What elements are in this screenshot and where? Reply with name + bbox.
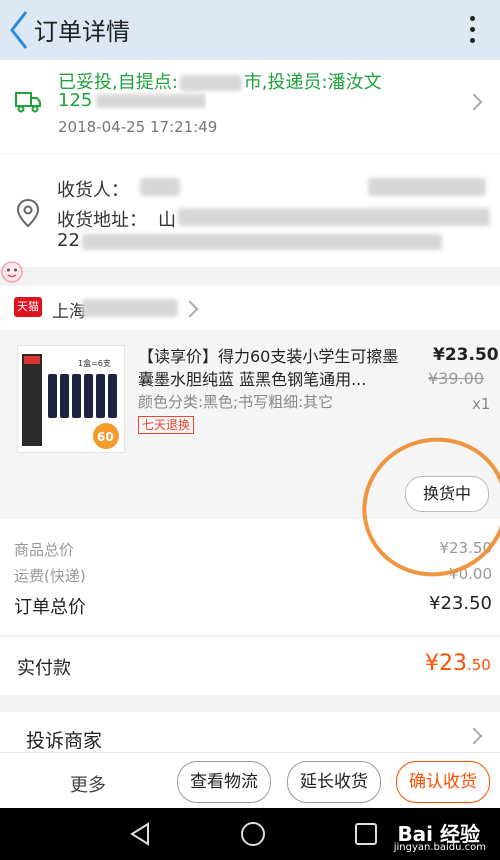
- thumb-count: 6支: [64, 423, 79, 435]
- order-total-value: ¥23.50: [429, 593, 492, 614]
- product-quantity: x1: [472, 395, 491, 413]
- shipping-label: 运费(快递): [14, 567, 86, 585]
- original-price: ¥39.00: [428, 369, 484, 388]
- amount-paid-value: ¥23.50: [425, 651, 491, 676]
- delivery-time: 2018-04-25 17:21:49: [58, 118, 218, 136]
- delivery-status-line2: 125: [58, 90, 207, 110]
- address-label: 收货地址：: [57, 210, 147, 231]
- tmall-badge: 天猫: [14, 297, 42, 317]
- logistics-card[interactable]: 已妥投,自提点: 市,投递员:潘汝文 125 2018-04-25 17:21:4…: [0, 60, 500, 153]
- truck-icon: [15, 92, 41, 113]
- chevron-right-icon: [465, 727, 483, 745]
- app-header: 订单详情: [0, 0, 500, 60]
- order-total-row: 订单总价 ¥23.50: [14, 593, 492, 619]
- nav-back-icon[interactable]: [128, 822, 152, 846]
- product-thumbnail[interactable]: 1盒=6支 60 6支: [17, 345, 125, 453]
- nav-recents-icon[interactable]: [354, 822, 378, 846]
- chevron-right-icon: [181, 300, 199, 318]
- address-text: 山: [158, 210, 176, 231]
- more-options-icon[interactable]: [462, 12, 482, 48]
- back-icon[interactable]: [6, 8, 32, 52]
- complain-merchant-label: 投诉商家: [26, 730, 103, 752]
- postcode-text: 22: [57, 230, 80, 251]
- confirm-receipt-button[interactable]: 确认收货: [396, 761, 490, 803]
- seven-day-return-tag: 七天退换: [138, 416, 195, 434]
- redacted-address-line2: [82, 234, 442, 250]
- chevron-right-icon: [465, 93, 483, 111]
- redacted-shop-name: [82, 299, 178, 317]
- nav-home-icon[interactable]: [240, 821, 266, 847]
- product-price: ¥23.50: [433, 345, 499, 365]
- shop-row[interactable]: 天猫 上海: [0, 286, 500, 331]
- thumb-badge: 60: [97, 430, 114, 444]
- extend-receipt-button[interactable]: 延长收货: [287, 761, 381, 803]
- view-logistics-button[interactable]: 查看物流: [177, 761, 271, 803]
- more-button[interactable]: 更多: [70, 771, 106, 797]
- order-total-label: 订单总价: [14, 597, 86, 618]
- redacted-pickup-point: [179, 75, 242, 91]
- goods-total-label: 商品总价: [14, 541, 75, 559]
- redacted-address: [178, 208, 490, 226]
- ink-cartridge-image: 1盒=6支 60 6支: [22, 354, 119, 449]
- shop-name: 上海: [52, 302, 86, 322]
- thumb-caption: 1盒=6支: [78, 358, 111, 368]
- address-card: 收货人： 收货地址： 山 22: [0, 154, 500, 267]
- redacted-receiver-name: [140, 178, 180, 196]
- bottom-action-bar: 更多 查看物流 延长收货 确认收货: [0, 752, 500, 809]
- receiver-label: 收货人：: [57, 180, 129, 201]
- watermark-url: jingyan.baidu.com: [393, 842, 486, 853]
- amount-paid-label: 实付款: [17, 658, 71, 679]
- redacted-phone: [368, 178, 486, 196]
- amount-paid-row: 实付款 ¥23.50: [0, 636, 500, 695]
- page-title: 订单详情: [34, 18, 130, 46]
- product-title[interactable]: 【读享价】得力60支装小学生可擦墨囊墨水胆纯蓝 蓝黑色钢笔通用...: [138, 345, 400, 391]
- product-spec: 颜色分类:黑色;书写粗细:其它: [138, 393, 334, 411]
- location-pin-icon: [16, 198, 40, 228]
- sticker-icon: [1, 261, 23, 283]
